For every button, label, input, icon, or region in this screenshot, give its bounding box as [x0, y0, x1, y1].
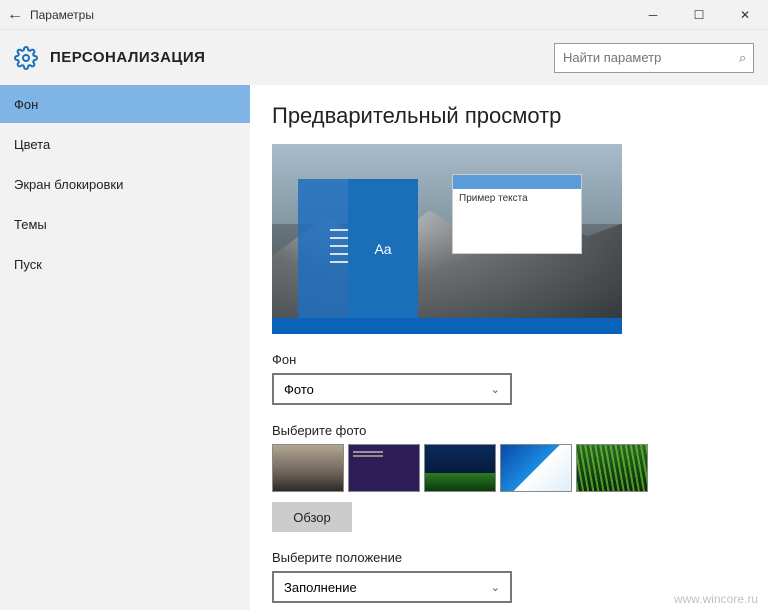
sidebar-item-lockscreen[interactable]: Экран блокировки [0, 165, 250, 203]
photo-thumb-5[interactable] [576, 444, 648, 492]
preview-heading: Предварительный просмотр [272, 103, 746, 129]
sidebar: Фон Цвета Экран блокировки Темы Пуск [0, 85, 250, 610]
preview-window: Пример текста [452, 174, 582, 254]
background-dropdown[interactable]: Фото ⌄ [272, 373, 512, 405]
photo-thumb-3[interactable] [424, 444, 496, 492]
sidebar-item-label: Темы [14, 217, 47, 232]
sidebar-item-colors[interactable]: Цвета [0, 125, 250, 163]
photo-thumb-1[interactable] [272, 444, 344, 492]
search-icon: ⌕ [739, 50, 746, 66]
sidebar-item-label: Фон [14, 97, 38, 112]
photo-thumb-4[interactable] [500, 444, 572, 492]
photo-thumb-2[interactable] [348, 444, 420, 492]
maximize-button[interactable]: ☐ [676, 0, 722, 30]
close-button[interactable]: ✕ [722, 0, 768, 30]
content: Предварительный просмотр Aa Пример текст… [250, 85, 768, 610]
sidebar-item-label: Цвета [14, 137, 50, 152]
search-box[interactable]: ⌕ [554, 43, 754, 73]
background-value: Фото [284, 382, 314, 397]
watermark: www.wincore.ru [674, 592, 758, 606]
photo-thumbnails [272, 444, 746, 492]
fit-label: Выберите положение [272, 550, 746, 565]
choose-photo-label: Выберите фото [272, 423, 746, 438]
preview-sample-text: Пример текста [453, 189, 581, 208]
window-title: Параметры [30, 8, 94, 22]
background-label: Фон [272, 352, 746, 367]
page-title: ПЕРСОНАЛИЗАЦИЯ [50, 49, 205, 66]
preview-tile-text: Aa [348, 179, 418, 318]
fit-value: Заполнение [284, 580, 357, 595]
sidebar-item-start[interactable]: Пуск [0, 245, 250, 283]
titlebar: ← Параметры ─ ☐ ✕ [0, 0, 768, 30]
sidebar-item-label: Экран блокировки [14, 177, 123, 192]
sidebar-item-themes[interactable]: Темы [0, 205, 250, 243]
back-button[interactable]: ← [0, 6, 30, 24]
minimize-button[interactable]: ─ [630, 0, 676, 30]
browse-button[interactable]: Обзор [272, 502, 352, 532]
header: ПЕРСОНАЛИЗАЦИЯ ⌕ [0, 30, 768, 85]
fit-dropdown[interactable]: Заполнение ⌄ [272, 571, 512, 603]
search-input[interactable] [563, 50, 739, 65]
chevron-down-icon: ⌄ [491, 581, 500, 594]
sidebar-item-label: Пуск [14, 257, 42, 272]
sidebar-item-background[interactable]: Фон [0, 85, 250, 123]
desktop-preview: Aa Пример текста [272, 144, 622, 334]
chevron-down-icon: ⌄ [491, 383, 500, 396]
gear-icon [14, 46, 38, 70]
